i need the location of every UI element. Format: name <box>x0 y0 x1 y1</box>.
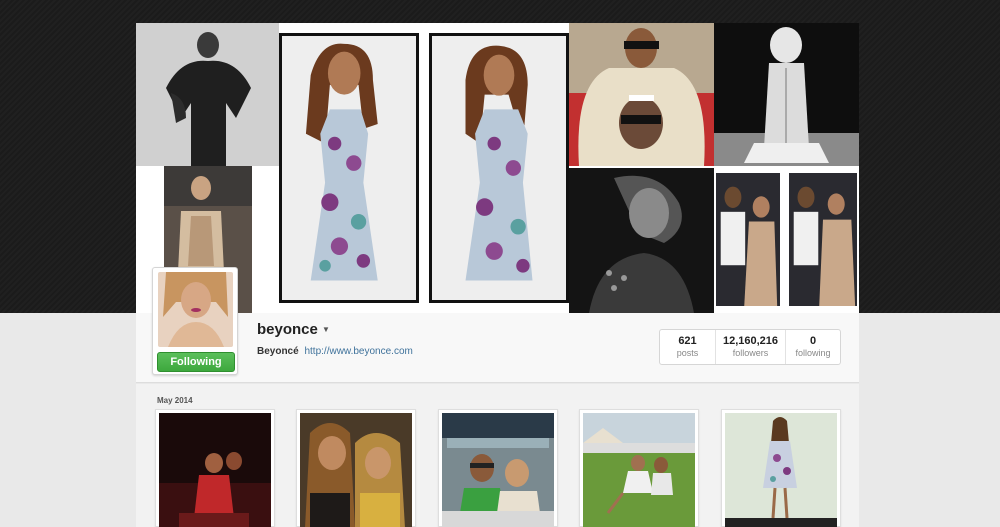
feed-photo-image <box>300 413 412 527</box>
collage-photo-7[interactable] <box>569 168 714 313</box>
profile-photo-collage <box>136 23 859 313</box>
caret-down-icon[interactable]: ▼ <box>322 325 330 334</box>
feed-photo-image <box>725 413 837 527</box>
profile-bio: Beyoncé http://www.beyonce.com <box>257 346 413 357</box>
profile-avatar-card: Following <box>152 267 238 375</box>
profile-full-name: Beyoncé <box>257 346 299 357</box>
feed-photo[interactable] <box>155 409 275 527</box>
stat-label: following <box>795 348 831 358</box>
collage-photo-4[interactable] <box>429 33 569 303</box>
collage-photo-3[interactable] <box>279 33 419 303</box>
collage-photo-5[interactable] <box>569 23 714 166</box>
profile-username: beyonce <box>257 321 318 338</box>
collage-photo-1[interactable] <box>136 23 279 166</box>
profile-website-link[interactable]: http://www.beyonce.com <box>304 346 412 357</box>
feed-photo-image <box>583 413 695 527</box>
collage-photo-9[interactable] <box>787 171 859 308</box>
stat-posts[interactable]: 621 posts <box>660 330 715 364</box>
collage-photo-6[interactable] <box>714 23 859 166</box>
feed-photo-image <box>159 413 271 527</box>
stat-label: posts <box>676 348 699 358</box>
feed-photo[interactable] <box>296 409 416 527</box>
stat-value: 12,160,216 <box>722 335 779 347</box>
stat-value: 0 <box>809 335 817 347</box>
feed-photo[interactable] <box>438 409 558 527</box>
feed-photo[interactable] <box>721 409 841 527</box>
stat-label: followers <box>732 348 769 358</box>
collage-photo-8[interactable] <box>714 171 782 308</box>
feed-photo-image <box>442 413 554 527</box>
stat-followers[interactable]: 12,160,216 followers <box>715 330 785 364</box>
profile-stats: 621 posts 12,160,216 followers 0 followi… <box>659 329 841 365</box>
following-button[interactable]: Following <box>157 352 235 372</box>
stat-value: 621 <box>678 335 697 347</box>
stat-following[interactable]: 0 following <box>785 330 840 364</box>
avatar[interactable] <box>158 272 233 347</box>
month-heading: May 2014 <box>157 396 193 405</box>
feed-photo[interactable] <box>579 409 699 527</box>
